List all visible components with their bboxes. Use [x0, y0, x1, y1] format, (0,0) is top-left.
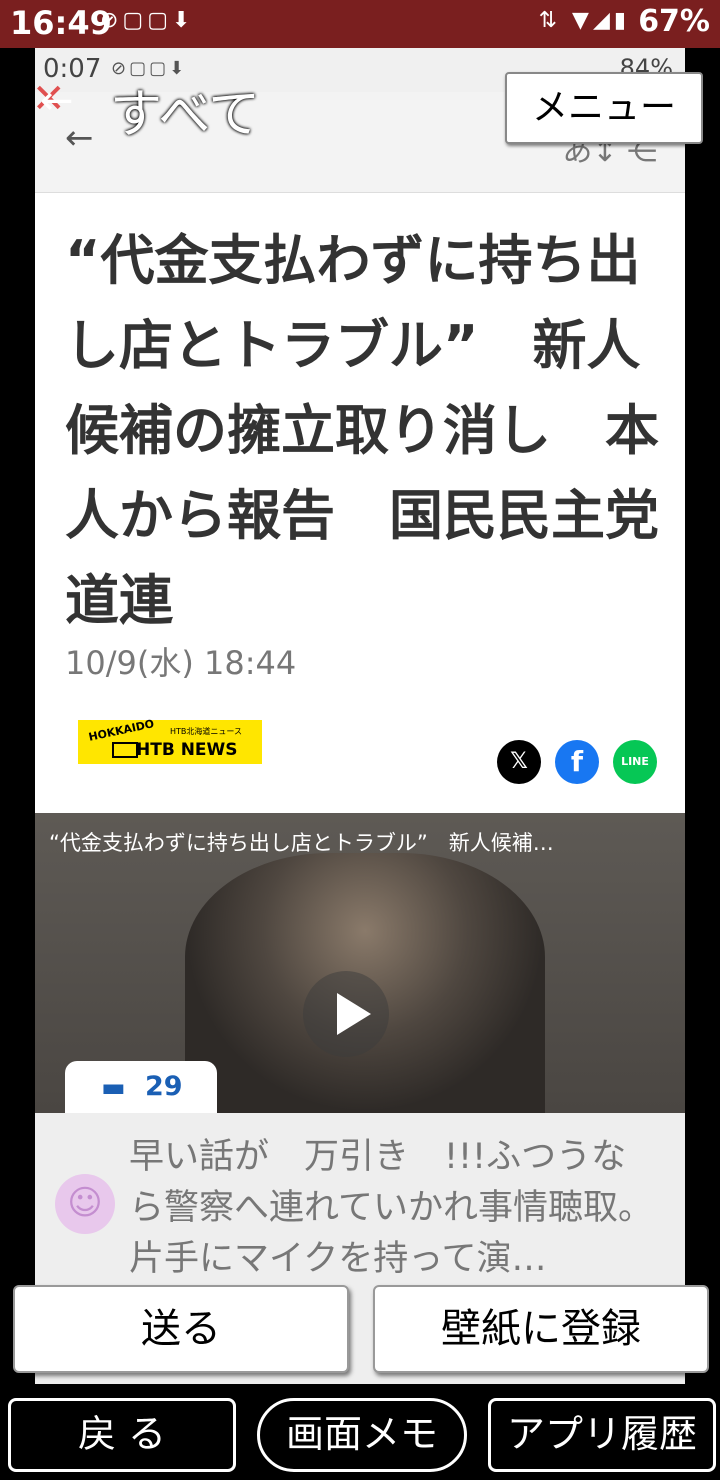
back-button[interactable]: 戻 る	[8, 1398, 236, 1472]
comment-count: 29	[145, 1071, 183, 1102]
screen-memo-button[interactable]: 画面メモ	[257, 1398, 467, 1472]
share-facebook-icon: f	[555, 740, 599, 784]
status-bar: 16:49 ⊘▢▢⬇ ⇅ ▼◢▮ 67%	[0, 0, 720, 48]
captured-screenshot: 0:07 ⊘▢▢⬇ 84% ← あ↕ ⋲ “代金支払わずに持ち出し店とトラブル”…	[35, 48, 685, 1384]
share-x-icon: 𝕏	[497, 740, 541, 784]
comment-text: 早い話が 万引き !!!ふつうなら警察へ連れていかれ事情聴取。片手にマイクを持っ…	[129, 1137, 653, 1279]
article-timestamp: 10/9(水) 18:44	[65, 644, 297, 682]
play-icon	[303, 971, 389, 1057]
source-logo: HOKKAIDO HTB北海道ニュース HTB NEWS	[78, 717, 262, 764]
menu-button[interactable]: メニュー	[505, 72, 703, 144]
commenter-avatar-icon: ☺	[55, 1174, 115, 1234]
signal-icons: ⇅ ▼◢▮	[538, 8, 630, 33]
back-arrow-icon: ←	[65, 118, 94, 158]
battery-level: 67%	[638, 4, 710, 39]
send-button[interactable]: 送る	[13, 1285, 349, 1373]
status-time: 16:49	[10, 4, 112, 42]
play-triangle-icon	[337, 993, 371, 1035]
share-line-icon: LINE	[613, 740, 657, 784]
video-title: “代金支払わずに持ち出し店とトラブル” 新人候補…	[49, 831, 554, 855]
comment-count-tab: ▬ 29	[65, 1061, 217, 1117]
app-history-button[interactable]: アプリ履歴	[488, 1398, 716, 1472]
set-wallpaper-button[interactable]: 壁紙に登録	[373, 1285, 709, 1373]
overlay-back-arrow-icon[interactable]: ←	[40, 78, 74, 124]
logo-main-text: HTB NEWS	[136, 740, 238, 760]
overlay-title: すべて	[110, 85, 261, 145]
notification-icons: ⊘▢▢⬇	[100, 8, 195, 33]
logo-sub-text: HTB北海道ニュース	[170, 727, 242, 736]
article-headline: “代金支払わずに持ち出し店とトラブル” 新人候補の擁立取り消し 本人から報告 国…	[65, 229, 659, 632]
logo-box-icon	[112, 742, 138, 758]
comment-bubble-icon: ▬	[101, 1073, 126, 1103]
